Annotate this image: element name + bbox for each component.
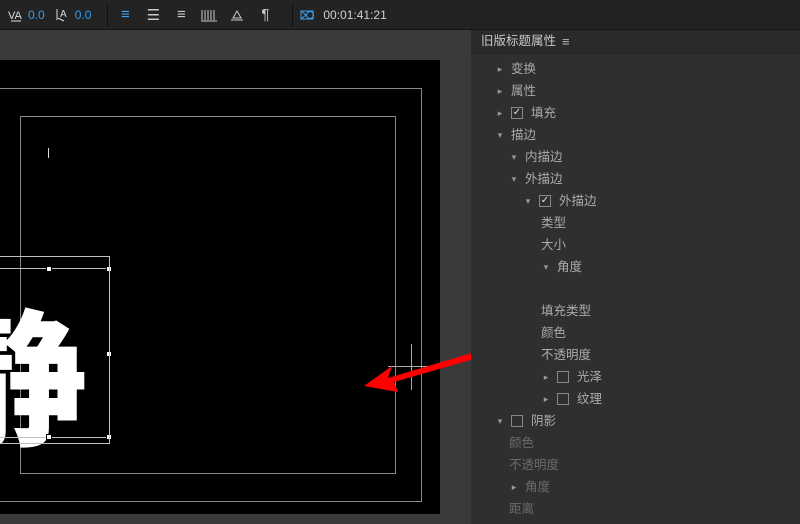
panel-menu-icon[interactable]: ≡ [562,30,570,53]
twirl-icon[interactable]: ▾ [541,262,551,272]
section-transform[interactable]: ▸变换 [471,58,800,80]
section-attributes[interactable]: ▸属性 [471,80,800,102]
tab-stops-icon[interactable] [198,4,220,26]
opacity-row: 不透明度 100 % [471,344,800,366]
ruler-tick [48,148,49,158]
shadow-angle-row: ▸角度 [471,476,800,498]
outer-stroke-instance[interactable]: ▾外描边 删除上移 [471,190,800,212]
twirl-icon[interactable]: ▸ [495,108,505,118]
outer-stroke-row[interactable]: ▾外描边 添加 [471,168,800,190]
twirl-icon: ▸ [509,482,519,492]
angle-dial-row [471,278,800,300]
shadow-checkbox[interactable] [511,415,523,427]
center-cross-v [411,344,412,390]
section-shadow[interactable]: ▾阴影 [471,410,800,432]
kerning-icon: VA [8,6,26,24]
twirl-icon[interactable]: ▾ [509,152,519,162]
tracking-value[interactable]: 0.0 [75,8,92,22]
section-fill[interactable]: ▸填充 [471,102,800,124]
align-left-icon[interactable]: ≡ [114,4,136,26]
svg-text:A: A [60,9,67,20]
twirl-icon[interactable]: ▸ [495,64,505,74]
outer-stroke-checkbox[interactable] [539,195,551,207]
sheen-checkbox[interactable] [557,371,569,383]
twirl-icon[interactable]: ▸ [495,86,505,96]
texture-row[interactable]: ▸纹理 [471,388,800,410]
reveal-icon[interactable]: ¶ [254,4,276,26]
twirl-icon[interactable]: ▾ [495,416,505,426]
title-canvas[interactable]: 静 [0,30,471,524]
fill-type-row: 填充类型 实底 [471,300,800,322]
svg-text:VA: VA [8,10,23,22]
align-right-icon[interactable]: ≡ [170,4,192,26]
tracking-icon: A [55,6,73,24]
shadow-distance-row: 距离 [471,498,800,520]
inner-stroke-row[interactable]: ▾内描边 添加 [471,146,800,168]
panel-title: 旧版标题属性 [481,30,556,53]
twirl-icon[interactable]: ▾ [523,196,533,206]
twirl-icon[interactable]: ▸ [541,394,551,404]
timecode-icon [299,6,317,24]
timecode-value[interactable]: 00:01:41:21 [323,8,386,22]
twirl-icon[interactable]: ▾ [495,130,505,140]
section-stroke[interactable]: ▾描边 [471,124,800,146]
shadow-color-row: 颜色 [471,432,800,454]
toolbar-divider [107,3,108,27]
stroke-angle-row[interactable]: ▾角度 0.0 [471,256,800,278]
color-row: 颜色 [471,322,800,344]
bounding-box [0,256,110,444]
panel-header: 旧版标题属性 ≡ [471,30,800,54]
toolbar-divider-2 [292,3,293,27]
twirl-icon[interactable]: ▾ [509,174,519,184]
stroke-type-row: 类型 深度 [471,212,800,234]
shadow-opacity-row: 不透明度 [471,454,800,476]
fill-checkbox[interactable] [511,107,523,119]
texture-checkbox[interactable] [557,393,569,405]
stroke-size-row: 大小 0.0 [471,234,800,256]
sheen-row[interactable]: ▸光泽 [471,366,800,388]
twirl-icon[interactable]: ▸ [541,372,551,382]
show-video-icon[interactable] [226,4,248,26]
align-center-icon[interactable]: ☰ [142,4,164,26]
kerning-value[interactable]: 0.0 [28,8,45,22]
